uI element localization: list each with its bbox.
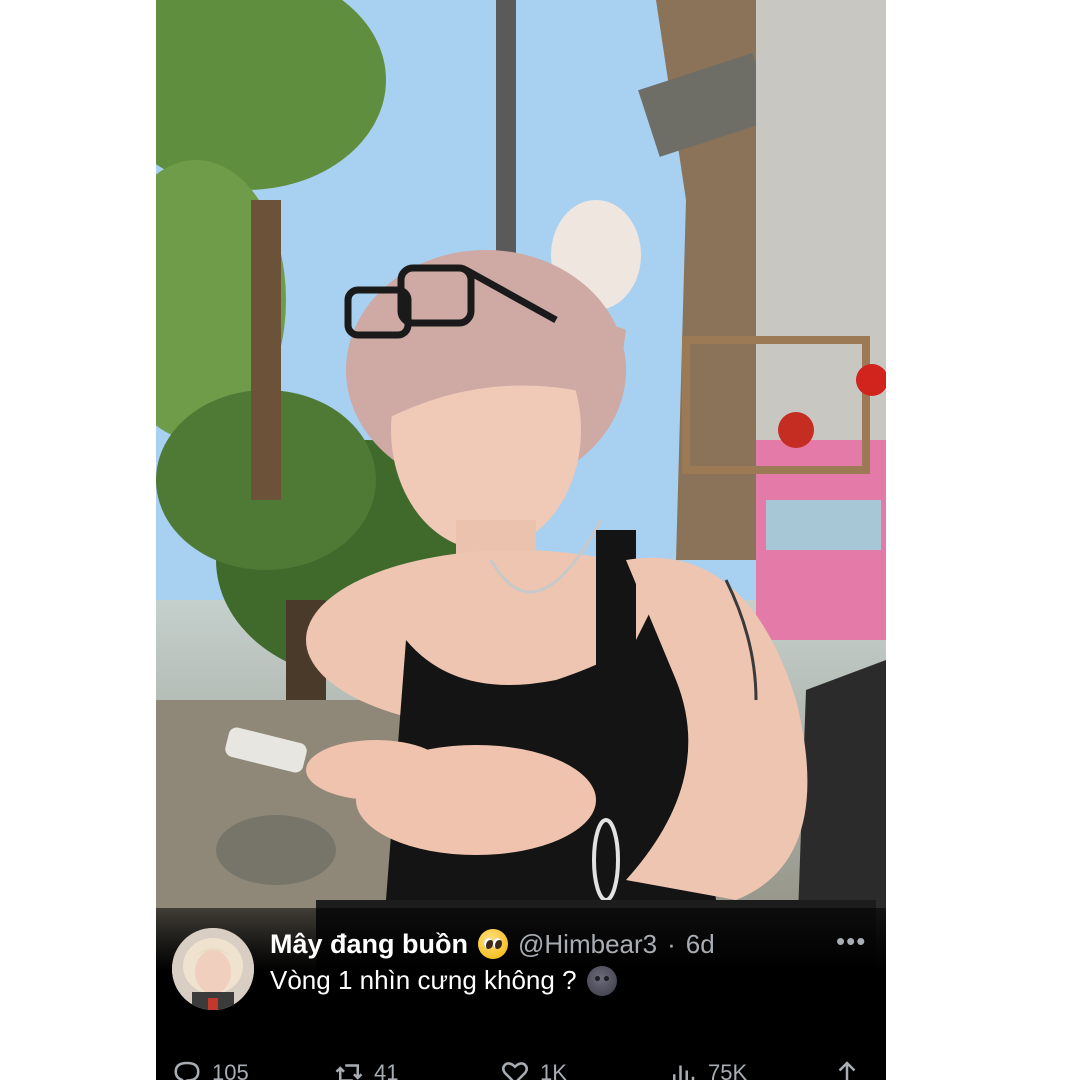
new-moon-face-emoji <box>586 965 617 996</box>
tweet-header: Mây đang buồn @Himbear3 · 6d <box>270 926 715 962</box>
reply-button[interactable]: 105 <box>172 1058 249 1080</box>
reply-icon <box>174 1061 200 1080</box>
like-count: 1K <box>540 1060 567 1080</box>
tweet-card[interactable]: Mây đang buồn @Himbear3 · 6d ••• Vòng 1 … <box>156 0 886 1080</box>
tweet-text: Vòng 1 nhìn cưng không ? <box>270 965 617 996</box>
tweet-text-content: Vòng 1 nhìn cưng không ? <box>270 965 577 995</box>
avatar-image <box>172 928 254 1010</box>
retweet-count: 41 <box>374 1060 399 1080</box>
share-icon <box>838 1061 856 1080</box>
avatar[interactable] <box>172 928 254 1010</box>
retweet-button[interactable]: 41 <box>334 1058 398 1080</box>
display-name[interactable]: Mây đang buồn <box>270 929 468 960</box>
like-button[interactable]: 1K <box>500 1058 567 1080</box>
tweet-timestamp[interactable]: 6d <box>686 929 715 960</box>
views-icon <box>673 1065 695 1080</box>
separator-dot: · <box>667 928 676 959</box>
retweet-icon <box>335 1064 363 1080</box>
views-button[interactable]: 75K <box>668 1058 747 1080</box>
user-handle[interactable]: @Himbear3 <box>518 929 657 960</box>
tweet-photo[interactable] <box>156 0 886 972</box>
pleading-face-emoji <box>478 929 508 959</box>
like-icon <box>502 1062 528 1080</box>
share-button[interactable] <box>832 1058 862 1080</box>
photo-illustration <box>156 0 886 972</box>
tweet-actions: 105 41 1K 75K <box>156 1052 886 1080</box>
more-icon[interactable]: ••• <box>836 928 866 960</box>
views-count: 75K <box>708 1060 748 1080</box>
reply-count: 105 <box>212 1060 249 1080</box>
